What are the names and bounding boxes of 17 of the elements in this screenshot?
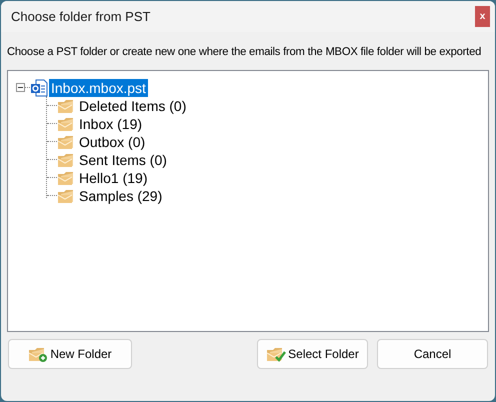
close-button[interactable]: x — [475, 6, 490, 27]
tree-item[interactable]: Sent Items (0) — [78, 150, 168, 169]
instruction-text: Choose a PST folder or create new one where the emails from the MBOX file folder will be exported — [7, 45, 482, 60]
new-folder-button[interactable]: New Folder — [8, 338, 132, 369]
tree-item[interactable]: Deleted Items (0) — [78, 96, 188, 115]
tree-item[interactable]: Inbox.mbox.pst — [49, 78, 148, 97]
tree-item[interactable]: Inbox (19) — [78, 114, 144, 133]
folder-plus-icon — [28, 346, 48, 362]
folder-check-icon — [266, 346, 286, 362]
select-folder-button[interactable]: Select Folder — [257, 338, 368, 369]
tree-item[interactable]: Outbox (0) — [78, 132, 146, 151]
window-title: Choose folder from PST — [11, 8, 150, 26]
outlook-file-icon — [30, 78, 48, 97]
tree-item[interactable]: Samples (29) — [78, 186, 164, 205]
collapse-icon[interactable] — [16, 83, 25, 92]
cancel-button[interactable]: Cancel — [377, 338, 488, 369]
tree-item[interactable]: Hello1 (19) — [78, 168, 148, 187]
